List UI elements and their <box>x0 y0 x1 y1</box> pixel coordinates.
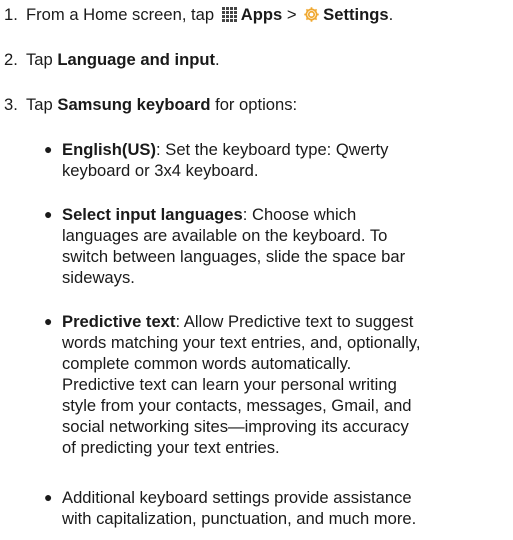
step-text: Tap <box>26 50 58 69</box>
settings-gear-icon <box>303 6 320 23</box>
settings-label: Settings <box>323 5 389 24</box>
bullet-line: social networking sites—improving its ac… <box>62 417 409 436</box>
bullet-line: of predicting your text entries. <box>62 438 280 457</box>
bullet-line: languages are available on the keyboard.… <box>62 226 388 245</box>
bullet-title: English(US) <box>62 140 157 159</box>
step-text-end: . <box>388 5 394 24</box>
bullet-title: Predictive text <box>62 312 176 331</box>
bullet-line: keyboard or 3x4 keyboard. <box>62 161 259 180</box>
step-3: 3. Tap Samsung keyboard for options: <box>4 94 509 115</box>
bullet-line: words matching your text entries, and, o… <box>62 333 421 352</box>
bullet-text: : Set the keyboard type: Qwerty <box>156 140 389 159</box>
step-text: Tap <box>26 95 58 114</box>
apps-grid-icon <box>221 6 238 23</box>
step-text-end: . <box>215 50 220 69</box>
step-2: 2. Tap Language and input. <box>4 49 509 70</box>
bullet-dot-icon: ● <box>44 313 53 329</box>
bullet-title: Select input languages <box>62 205 243 224</box>
bullet-line: complete common words automatically. <box>62 354 352 373</box>
step-bold: Samsung keyboard <box>57 95 211 114</box>
bullet-dot-icon: ● <box>44 206 53 222</box>
separator: > <box>282 5 302 24</box>
bullet-line: with capitalization, punctuation, and mu… <box>62 509 417 528</box>
bullet-text: : Choose which <box>242 205 357 224</box>
bullet-line: Predictive text can learn your personal … <box>62 375 397 394</box>
step-number: 1. <box>4 5 18 24</box>
apps-label: Apps <box>240 5 283 24</box>
bullet-line: switch between languages, slide the spac… <box>62 247 406 266</box>
bullet-line: style from your contacts, messages, Gmai… <box>62 396 412 415</box>
bullet-line: sideways. <box>62 268 135 287</box>
bullet-text: : Allow Predictive text to suggest <box>175 312 414 331</box>
step-number: 3. <box>4 95 18 114</box>
step-number: 2. <box>4 50 18 69</box>
bullet-dot-icon: ● <box>44 489 53 505</box>
step-bold: Language and input <box>57 50 216 69</box>
step-text: From a Home screen, tap <box>26 5 219 24</box>
step-text-end: for options: <box>210 95 298 114</box>
bullet-dot-icon: ● <box>44 141 53 157</box>
bullet-text: Additional keyboard settings provide ass… <box>62 488 412 507</box>
step-1: 1. From a Home screen, tap Apps > Setting… <box>4 4 509 25</box>
